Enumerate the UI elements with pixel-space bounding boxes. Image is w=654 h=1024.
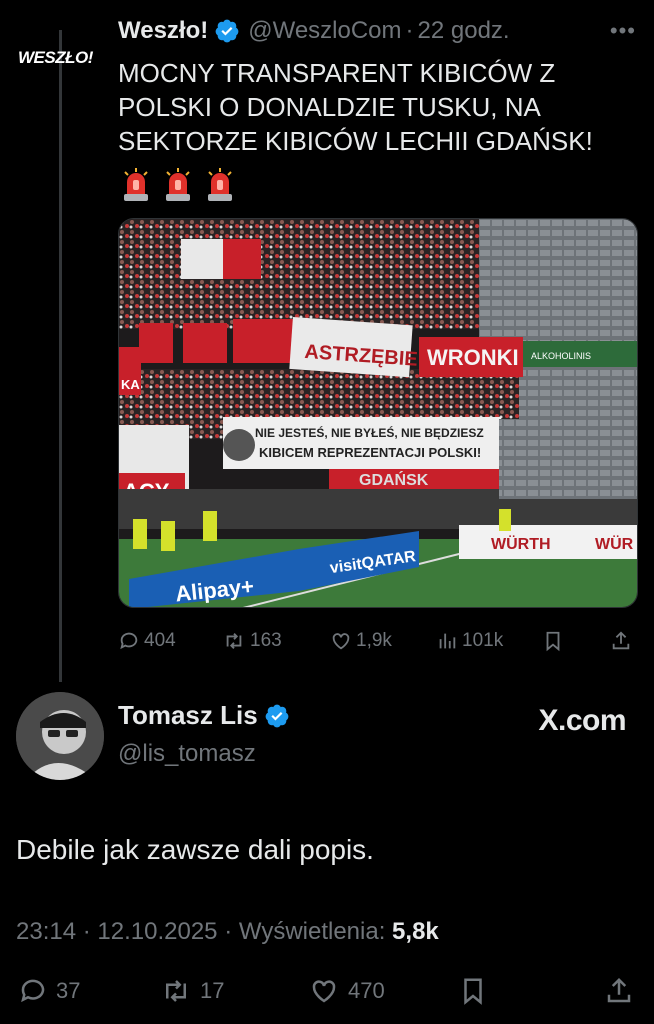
repost-button[interactable]: 17 bbox=[160, 976, 224, 1006]
like-count: 1,9k bbox=[356, 630, 392, 651]
quoted-actions-bar: 404 163 1,9k 101k bbox=[118, 626, 638, 656]
meta-separator: · bbox=[82, 918, 91, 945]
heart-icon bbox=[332, 633, 350, 650]
siren-icon bbox=[124, 168, 148, 201]
like-button[interactable]: 1,9k bbox=[330, 630, 392, 652]
like-count: 470 bbox=[348, 978, 385, 1003]
reply-button[interactable]: 404 bbox=[118, 630, 176, 652]
heart-icon bbox=[312, 980, 336, 1003]
verified-badge-icon bbox=[215, 19, 239, 43]
quoted-tweet-header: Weszło! @WeszloCom · 22 godz. bbox=[118, 14, 510, 48]
reply-button[interactable]: 37 bbox=[18, 976, 80, 1006]
bookmark-button[interactable] bbox=[542, 630, 568, 652]
main-display-name[interactable]: Tomasz Lis bbox=[118, 700, 258, 731]
banner-alkoholinis: ALKOHOLINIS bbox=[531, 351, 591, 361]
repost-icon bbox=[166, 980, 186, 1002]
views-count: 101k bbox=[462, 630, 504, 651]
main-tweet-text: Debile jak zawsze dali popis. bbox=[16, 834, 374, 865]
main-handle[interactable]: @lis_tomasz bbox=[118, 740, 256, 768]
reply-icon bbox=[120, 632, 138, 650]
weszlo-avatar[interactable]: WESZŁO! bbox=[18, 48, 104, 74]
gdansk-banner: GDAŃSK bbox=[359, 470, 429, 489]
reply-count: 37 bbox=[56, 978, 81, 1003]
views-value: 5,8k bbox=[392, 918, 439, 945]
main-banner-line2: KIBICEM REPREZENTACJI POLSKI! bbox=[259, 445, 481, 460]
views-button[interactable]: 101k bbox=[436, 630, 503, 652]
quoted-separator: · bbox=[405, 17, 414, 44]
main-actions-bar: 37 17 470 bbox=[18, 976, 638, 1016]
repost-icon bbox=[226, 633, 242, 649]
thread-line bbox=[59, 30, 62, 682]
share-button[interactable] bbox=[604, 976, 634, 1006]
banner-wronki: WRONKI bbox=[427, 345, 519, 370]
siren-icon bbox=[208, 168, 232, 201]
like-button[interactable]: 470 bbox=[308, 976, 385, 1006]
meta-separator: · bbox=[224, 918, 233, 945]
share-icon bbox=[607, 977, 631, 1003]
side-flag-text: KA bbox=[121, 377, 140, 392]
verified-badge-icon bbox=[265, 704, 289, 727]
views-icon bbox=[439, 633, 456, 649]
share-button[interactable] bbox=[610, 630, 636, 652]
ad-wurth: WÜRTH bbox=[491, 534, 551, 553]
quoted-time[interactable]: 22 godz. bbox=[418, 17, 510, 45]
main-author-name[interactable]: Tomasz Lis bbox=[118, 700, 290, 731]
reply-icon bbox=[21, 979, 45, 1003]
siren-icon bbox=[166, 168, 190, 201]
bookmark-button[interactable] bbox=[458, 976, 488, 1006]
tweet-date[interactable]: 12.10.2025 bbox=[97, 918, 217, 945]
quoted-display-name[interactable]: Weszło! bbox=[118, 17, 208, 45]
quoted-handle[interactable]: @WeszloCom bbox=[248, 17, 401, 45]
x-com-watermark: X.com bbox=[538, 704, 626, 737]
avatar-photo bbox=[16, 692, 104, 780]
reply-count: 404 bbox=[144, 630, 176, 651]
siren-emoji-row bbox=[122, 168, 234, 202]
more-options-icon[interactable]: ••• bbox=[610, 18, 636, 44]
repost-count: 17 bbox=[200, 978, 225, 1003]
tweet-metadata: 23:14 · 12.10.2025 · Wyświetlenia: 5,8k bbox=[16, 918, 439, 946]
share-icon bbox=[612, 631, 630, 650]
bookmark-icon bbox=[464, 978, 482, 1005]
views-label: Wyświetlenia: bbox=[238, 918, 386, 945]
main-banner-line1: NIE JESTEŚ, NIE BYŁEŚ, NIE BĘDZIESZ bbox=[255, 425, 484, 440]
repost-count: 163 bbox=[250, 630, 282, 651]
stadium-photo[interactable]: ASTRZĘBIE WRONKI ALKOHOLINIS NIE JESTEŚ,… bbox=[118, 218, 638, 608]
quoted-tweet-text: MOCNY TRANSPARENT KIBICÓW Z POLSKI O DON… bbox=[118, 58, 593, 156]
tweet-time[interactable]: 23:14 bbox=[16, 918, 76, 945]
ad-wurth-2: WÜR bbox=[595, 534, 634, 553]
bookmark-icon bbox=[546, 631, 560, 652]
avatar[interactable] bbox=[16, 692, 104, 780]
repost-button[interactable]: 163 bbox=[222, 630, 282, 652]
stadium-photo-art: ASTRZĘBIE WRONKI ALKOHOLINIS NIE JESTEŚ,… bbox=[119, 219, 637, 607]
